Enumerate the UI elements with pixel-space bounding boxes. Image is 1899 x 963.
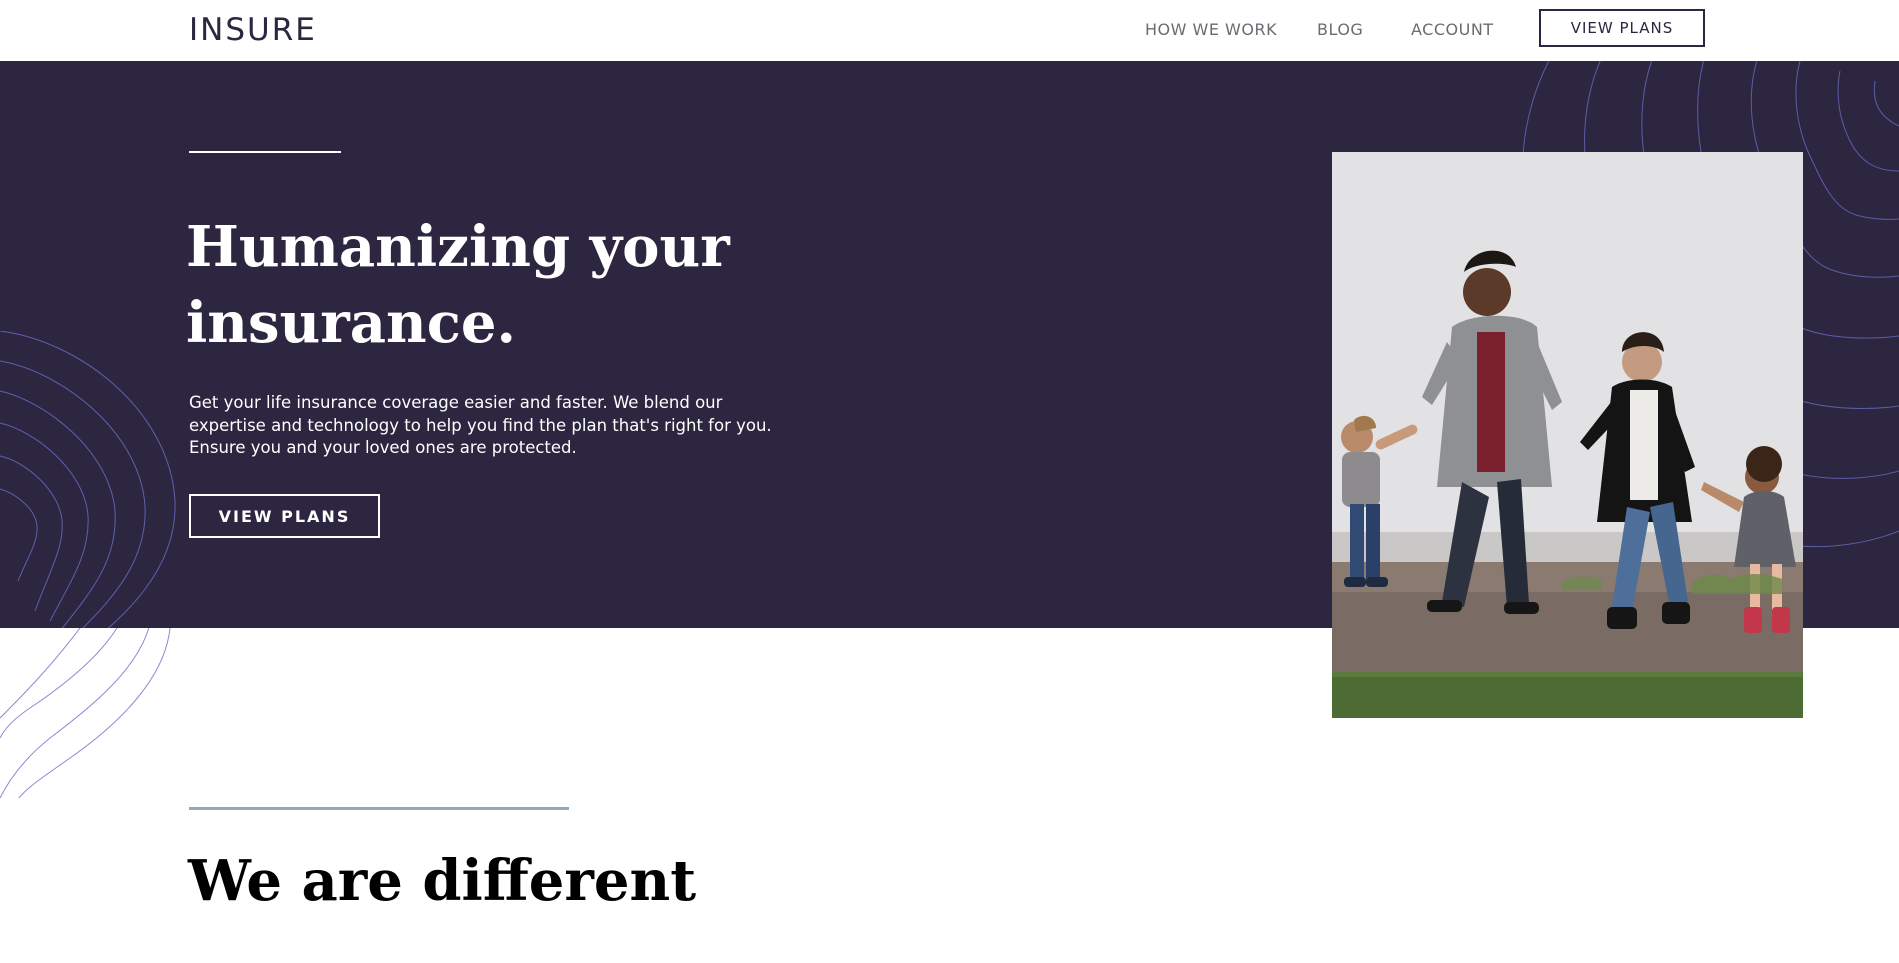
hero-divider [189,151,341,153]
site-header: INSURE HOW WE WORK BLOG ACCOUNT VIEW PLA… [0,0,1899,61]
nav-link-how-we-work[interactable]: HOW WE WORK [1145,20,1277,39]
section-divider [189,807,569,810]
view-plans-hero-button[interactable]: VIEW PLANS [189,494,380,538]
contour-pattern-left-lower [0,628,171,798]
hero-title-line-2: insurance. [186,290,516,356]
hero-description: Get your life insurance coverage easier … [189,393,772,457]
section-title: We are different [188,848,697,914]
contour-pattern-left [0,331,176,628]
nav-link-blog[interactable]: BLOG [1317,20,1363,39]
hero-title: Humanizing your insurance. [186,209,836,361]
logo[interactable]: INSURE [189,12,317,48]
family-photo [1332,152,1803,718]
hero-title-line-1: Humanizing your [186,214,730,280]
view-plans-header-button[interactable]: VIEW PLANS [1539,9,1705,47]
nav-link-account[interactable]: ACCOUNT [1411,20,1494,39]
